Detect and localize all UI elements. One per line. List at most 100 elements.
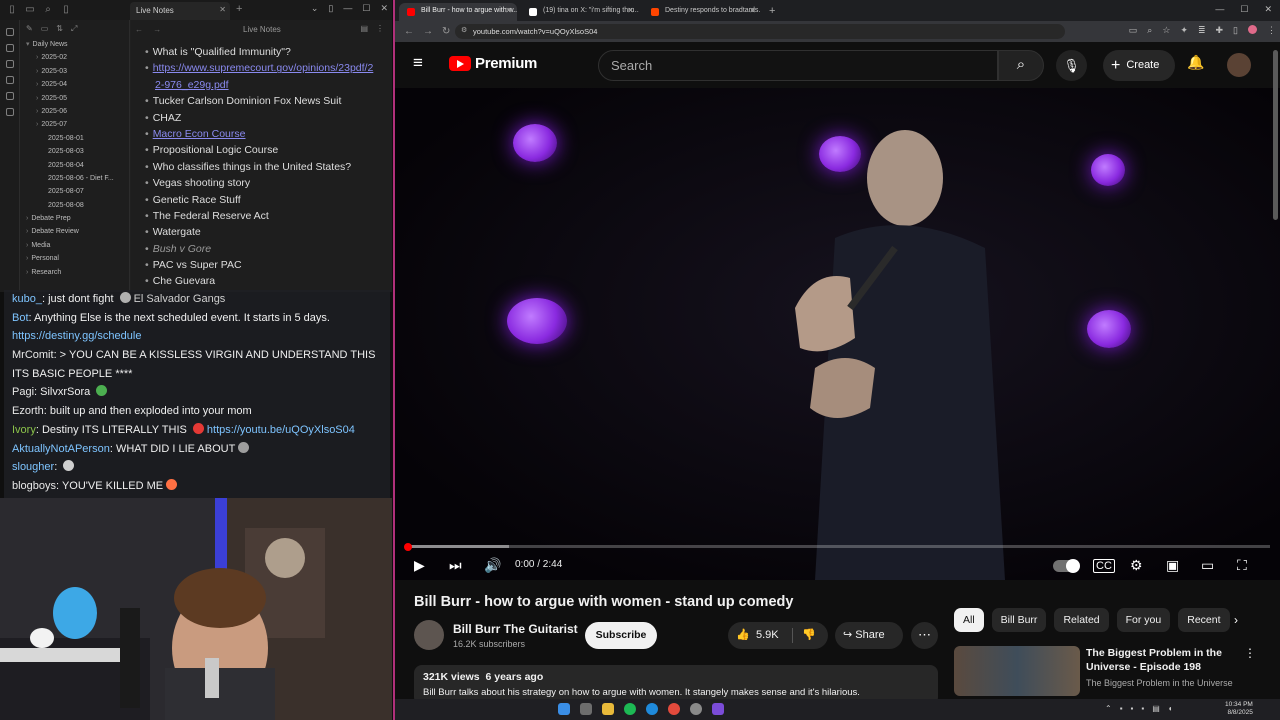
tree-item[interactable]: › Media (20, 239, 129, 252)
filter-chip[interactable]: Recent (1178, 608, 1230, 632)
chat-username[interactable]: Bot (12, 312, 29, 324)
maximize-icon[interactable]: ☐ (1240, 4, 1248, 15)
browser-tab[interactable]: Destiny responds to bradtards... ✕ (643, 3, 761, 21)
filter-chip[interactable]: All (954, 608, 984, 632)
profile-avatar[interactable] (1248, 25, 1257, 34)
tree-item[interactable]: ▾ Daily News (20, 38, 129, 51)
tray-app-icon[interactable]: ▪ (1131, 704, 1134, 713)
youtube-logo[interactable]: Premium (449, 55, 537, 72)
search-icon[interactable]: ⌕ (42, 4, 54, 16)
minimize-icon[interactable]: — (1215, 4, 1224, 15)
search-button[interactable]: ⌕ (998, 50, 1044, 81)
notifications-bell-icon[interactable]: 🔔 (1187, 54, 1204, 71)
recommended-video[interactable]: The Biggest Problem in the Universe - Ep… (954, 646, 1256, 696)
chevron-right-icon[interactable]: › (36, 95, 38, 102)
tree-item[interactable]: 2025-08-01 (20, 132, 129, 145)
forward-icon[interactable]: → (423, 26, 433, 37)
chevron-right-icon[interactable]: › (26, 228, 28, 235)
tree-item[interactable]: › 2025-05 (20, 92, 129, 105)
edge-icon[interactable] (646, 703, 658, 715)
filter-chip[interactable]: For you (1116, 608, 1171, 632)
progress-bar[interactable] (405, 545, 1270, 548)
new-folder-icon[interactable]: ▭ (41, 24, 49, 34)
maximize-icon[interactable]: ☐ (362, 3, 370, 14)
scroll-thumb[interactable] (1273, 50, 1278, 220)
daily-note-icon[interactable] (6, 76, 14, 84)
new-tab-icon[interactable]: + (769, 5, 775, 17)
theater-mode-icon[interactable]: ▭ (1201, 557, 1214, 574)
new-note-icon[interactable]: ✎ (26, 24, 33, 34)
close-window-icon[interactable]: ✕ (1264, 4, 1272, 15)
settings-gear-icon[interactable]: ⚙ (1130, 557, 1143, 574)
fullscreen-icon[interactable]: ⛶ (1237, 557, 1247, 574)
tree-item[interactable]: › 2025-03 (20, 65, 129, 78)
avatar[interactable] (1227, 53, 1251, 77)
chat-link[interactable]: https://destiny.gg/schedule (12, 330, 141, 342)
search-input[interactable]: Search (598, 50, 998, 81)
note-list-item[interactable]: 2-976_e29g.pdf (145, 77, 385, 93)
sort-icon[interactable]: ⇅ (56, 24, 63, 34)
more-actions-icon[interactable]: ⋯ (911, 622, 938, 649)
command-icon[interactable] (6, 28, 14, 36)
puzzle-icon[interactable]: ✚ (1216, 25, 1224, 36)
obs-icon[interactable] (690, 703, 702, 715)
recommended-title[interactable]: The Biggest Problem in the Universe - Ep… (1086, 646, 1236, 674)
close-window-icon[interactable]: ✕ (380, 3, 388, 14)
browser-tab[interactable]: (19) tina on X: "i'm sifting thru... ✕ (521, 3, 639, 21)
video-player[interactable]: ▶ ⏭ 🔊 0:00 / 2:44 CC ⚙ ▣ ▭ ⛶ (395, 88, 1280, 580)
browser-tab[interactable]: Bill Burr - how to argue with w... ✕ (399, 3, 517, 21)
sidebar-right-icon[interactable]: ▯ (328, 3, 333, 14)
volume-tray-icon[interactable]: ◖ (1168, 704, 1173, 713)
template-icon[interactable] (6, 92, 14, 100)
chevron-right-icon[interactable]: › (26, 242, 28, 249)
like-count[interactable]: 5.9K (756, 622, 779, 649)
chat-username[interactable]: MrComit (12, 349, 54, 361)
tab-list-icon[interactable]: ⌄ (311, 3, 319, 14)
obsidian-icon[interactable] (712, 703, 724, 715)
channel-avatar[interactable] (414, 620, 444, 650)
tree-item[interactable]: › Debate Prep (20, 212, 129, 225)
minimize-icon[interactable]: — (343, 3, 352, 14)
tray-app-icon[interactable]: ▪ (1141, 704, 1144, 713)
next-icon[interactable]: ⏭ (449, 557, 462, 574)
network-icon[interactable]: ▤ (1152, 704, 1160, 713)
site-info-icon[interactable]: ⚙ (461, 26, 467, 34)
new-tab-icon[interactable]: + (236, 3, 242, 15)
create-button[interactable]: + Create (1103, 50, 1175, 81)
back-icon[interactable]: ← (404, 26, 414, 37)
dislike-icon[interactable]: 👎 (802, 622, 816, 649)
volume-icon[interactable]: 🔊 (484, 557, 501, 574)
chevron-right-icon[interactable]: › (36, 81, 38, 88)
reload-icon[interactable]: ↻ (442, 26, 450, 37)
graph-icon[interactable] (6, 44, 14, 52)
extension-icon[interactable]: ✦ (1180, 25, 1188, 36)
menu-icon[interactable]: ⋮ (1267, 25, 1276, 36)
start-icon[interactable] (558, 703, 570, 715)
system-clock[interactable]: 10:34 PM 8/8/2025 (1225, 701, 1253, 717)
tree-item[interactable]: › 2025-02 (20, 51, 129, 64)
chat-username[interactable]: kubo_ (12, 293, 42, 305)
filter-chip[interactable]: Related (1054, 608, 1109, 632)
hamburger-menu-icon[interactable]: ≡ (413, 54, 429, 71)
tab-live-notes[interactable]: Live Notes ✕ (130, 2, 230, 20)
filter-chip[interactable]: Bill Burr (991, 608, 1047, 632)
chrome-icon[interactable] (668, 703, 680, 715)
close-icon[interactable]: ✕ (749, 6, 756, 15)
bookmark-icon[interactable]: ▯ (60, 4, 72, 16)
tree-item[interactable]: 2025-08-03 (20, 145, 129, 158)
tree-item[interactable]: 2025-08-07 (20, 185, 129, 198)
tree-item[interactable]: › 2025-04 (20, 78, 129, 91)
miniplayer-icon[interactable]: ▣ (1166, 557, 1179, 574)
video-thumbnail[interactable] (954, 646, 1080, 696)
tree-item[interactable]: › 2025-07 (20, 118, 129, 131)
share-button[interactable]: ↪ Share (835, 622, 903, 649)
voice-search-button[interactable]: 🎙 (1056, 50, 1087, 81)
sidebar-toggle-icon[interactable]: ▯ (6, 4, 18, 16)
chevron-right-icon[interactable]: › (26, 215, 28, 222)
tray-app-icon[interactable]: ▪ (1120, 704, 1123, 713)
tree-item[interactable]: 2025-08-06 - Diet F... (20, 172, 129, 185)
collapse-icon[interactable]: ⤢ (71, 24, 77, 34)
cast-icon[interactable]: ▭ (1129, 25, 1138, 36)
note-list-item[interactable]: • Macro Econ Course (145, 126, 385, 142)
terminal-icon[interactable] (6, 108, 14, 116)
